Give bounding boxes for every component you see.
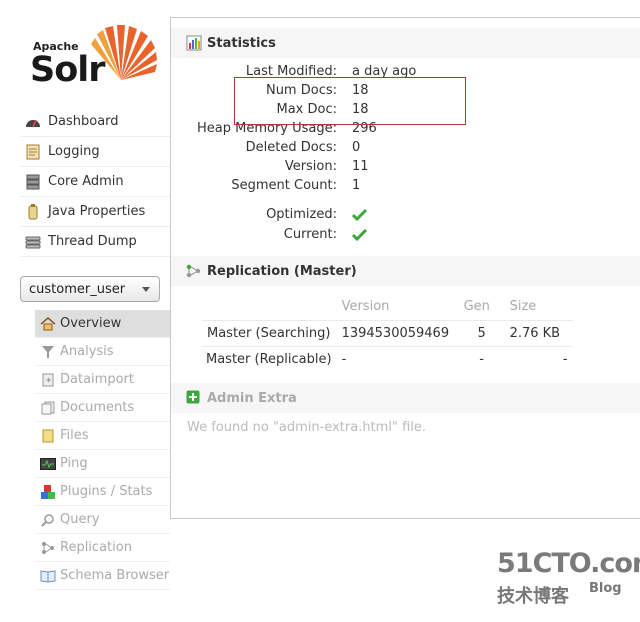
nav-item-java-properties[interactable]: Java Properties <box>20 197 170 227</box>
replication-version: 1394530059469 <box>336 319 459 346</box>
core-menu-schema-browser[interactable]: Schema Browser <box>35 562 170 590</box>
replication-title: Replication (Master) <box>207 263 357 279</box>
funnel-icon <box>40 344 56 360</box>
admin-extra-title: Admin Extra <box>207 390 297 406</box>
overview-panel: Statistics Last Modified: a day ago Num … <box>170 17 640 519</box>
stat-key: Current: <box>283 227 337 242</box>
ping-icon <box>40 456 56 472</box>
core-menu-label: Query <box>60 512 100 527</box>
check-icon <box>351 208 368 225</box>
replication-size: 2.76 KB <box>504 319 573 346</box>
nav-item-dashboard[interactable]: Dashboard <box>20 107 170 137</box>
watermark-blog: Blog <box>589 581 622 596</box>
thread-dump-icon <box>24 233 42 251</box>
core-menu-label: Ping <box>60 456 88 471</box>
replication-table-header: Version Gen Size <box>202 294 573 320</box>
column-header-size: Size <box>509 299 537 315</box>
core-menu-overview[interactable]: Overview <box>35 310 170 338</box>
core-menu-replication[interactable]: Replication <box>35 534 170 562</box>
nav-item-logging[interactable]: Logging <box>20 137 170 167</box>
replication-icon <box>40 540 56 556</box>
core-menu: Overview Analysis Dataimport Documents F… <box>35 310 170 590</box>
stat-key: Optimized: <box>266 207 337 222</box>
stat-current: Current: <box>171 227 640 246</box>
core-menu-analysis[interactable]: Analysis <box>35 338 170 366</box>
nav-item-thread-dump[interactable]: Thread Dump <box>20 227 170 257</box>
stat-segment-count: Segment Count: 1 <box>171 178 640 197</box>
core-menu-files[interactable]: Files <box>35 422 170 450</box>
column-header-gen: Gen <box>463 299 490 315</box>
replication-name: Master (Searching) <box>202 319 337 346</box>
home-icon <box>40 316 56 332</box>
main-nav: Dashboard Logging Core Admin Java Proper… <box>20 107 170 257</box>
plus-icon <box>186 390 202 406</box>
replication-size: - <box>504 345 573 372</box>
watermark-site: 51CTO.com <box>497 548 640 579</box>
column-header-version: Version <box>341 299 390 315</box>
watermark: 51CTO.com 技术博客 Blog <box>497 548 640 608</box>
stat-version: Version: 11 <box>171 159 640 178</box>
nav-item-label: Core Admin <box>48 174 124 189</box>
replication-version: - <box>336 345 459 372</box>
core-selector-value: customer_user <box>29 281 126 297</box>
core-admin-icon <box>24 173 42 191</box>
statistics-title: Statistics <box>207 35 276 51</box>
check-icon <box>351 228 368 245</box>
replication-name: Master (Replicable) <box>202 345 337 372</box>
java-icon <box>24 203 42 221</box>
documents-icon <box>40 400 56 416</box>
core-menu-label: Documents <box>60 400 135 415</box>
replication-header: Replication (Master) <box>171 256 640 286</box>
table-row: Master (Replicable) - - - <box>202 345 573 372</box>
core-menu-label: Plugins / Stats <box>60 484 153 499</box>
dashboard-icon <box>24 113 42 131</box>
magnifier-icon <box>40 512 56 528</box>
core-selector[interactable]: customer_user <box>20 276 160 302</box>
folder-icon <box>40 428 56 444</box>
stat-deleted-docs: Deleted Docs: 0 <box>171 140 640 159</box>
replication-gen: 5 <box>458 319 505 346</box>
solr-logo[interactable]: Apache Solr <box>30 24 160 94</box>
core-menu-ping[interactable]: Ping <box>35 450 170 478</box>
nav-item-label: Dashboard <box>48 114 119 129</box>
stat-value: 11 <box>352 159 369 174</box>
core-menu-label: Schema Browser <box>60 568 170 583</box>
stat-value: 0 <box>352 140 361 155</box>
logging-icon <box>24 143 42 161</box>
solr-sun-icon <box>91 25 157 80</box>
core-menu-label: Overview <box>60 316 122 331</box>
nav-item-label: Thread Dump <box>48 234 137 249</box>
core-menu-label: Files <box>60 428 89 443</box>
replication-icon <box>186 263 202 279</box>
core-menu-query[interactable]: Query <box>35 506 170 534</box>
plugins-icon <box>40 484 56 500</box>
core-menu-plugins-stats[interactable]: Plugins / Stats <box>35 478 170 506</box>
bar-chart-icon <box>186 35 202 51</box>
admin-extra-message: We found no "admin-extra.html" file. <box>187 420 427 435</box>
core-menu-documents[interactable]: Documents <box>35 394 170 422</box>
nav-item-label: Logging <box>48 144 100 159</box>
stat-key: Deleted Docs: <box>245 140 337 155</box>
core-menu-label: Analysis <box>60 344 114 359</box>
chevron-down-icon <box>142 287 150 292</box>
dataimport-icon <box>40 372 56 388</box>
stat-value: 1 <box>352 178 361 193</box>
nav-item-core-admin[interactable]: Core Admin <box>20 167 170 197</box>
watermark-cn: 技术博客 <box>497 586 569 607</box>
stat-key: Segment Count: <box>231 178 337 193</box>
table-row: Master (Searching) 1394530059469 5 2.76 … <box>202 319 573 346</box>
stat-optimized: Optimized: <box>171 207 640 226</box>
stat-key: Version: <box>284 159 337 174</box>
core-menu-label: Dataimport <box>60 372 134 387</box>
core-menu-label: Replication <box>60 540 132 555</box>
admin-extra-header: Admin Extra <box>171 383 640 413</box>
replication-table: Version Gen Size Master (Searching) 1394… <box>202 294 573 372</box>
statistics-header: Statistics <box>171 28 640 58</box>
schema-icon <box>40 568 56 584</box>
core-menu-dataimport[interactable]: Dataimport <box>35 366 170 394</box>
replication-gen: - <box>458 345 505 372</box>
nav-item-label: Java Properties <box>48 204 146 219</box>
highlight-box <box>234 77 466 125</box>
